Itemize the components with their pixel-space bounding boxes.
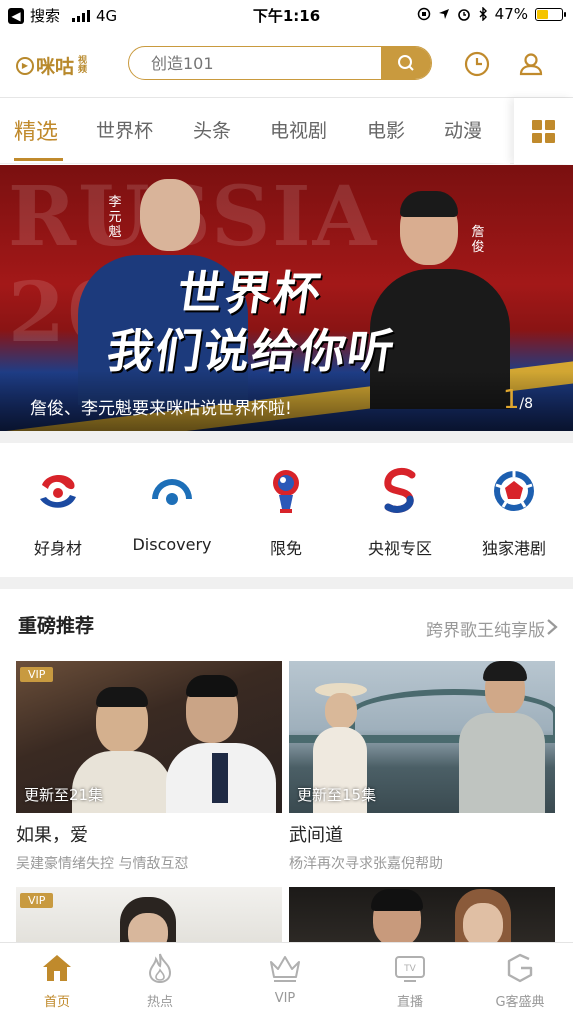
play-icon: ▶ <box>16 56 34 75</box>
channel-free[interactable]: 限免 <box>229 469 343 559</box>
search-input[interactable] <box>129 47 381 79</box>
channel-shortcuts: 好身材 Discovery 限免 央视专区 独家港剧 <box>0 443 573 577</box>
fitness-logo-icon <box>36 469 80 513</box>
migu-logo: ▶ 咪咕 视频 <box>16 52 92 79</box>
host-left-head <box>140 179 200 251</box>
vip-badge: VIP <box>20 667 54 682</box>
status-bar: ◀ 搜索 4G 下午1:16 47% <box>0 0 573 30</box>
clock-icon <box>464 51 490 77</box>
nav-label: 热点 <box>146 995 173 1010</box>
orientation-lock-icon <box>417 7 430 21</box>
bottom-navigation: 首页 热点 VIP TV 直播 G客盛典 <box>0 942 573 1018</box>
video-thumbnail[interactable]: VIP <box>16 887 282 947</box>
tab-anime[interactable]: 动漫 <box>444 116 482 143</box>
video-title[interactable]: 如果，爱 <box>16 821 282 847</box>
host-right-name: 詹俊 <box>471 225 485 255</box>
flame-icon <box>143 951 177 985</box>
chevron-right-icon[interactable] <box>545 618 559 636</box>
video-card-2[interactable]: 更新至15集 武间道 杨洋再次寻求张嘉倪帮助 <box>289 661 555 873</box>
channel-label: 央视专区 <box>367 539 432 558</box>
tab-movies[interactable]: 电影 <box>367 116 405 143</box>
channel-discovery[interactable]: Discovery <box>115 469 229 554</box>
channel-fitness[interactable]: 好身材 <box>1 469 115 559</box>
hero-banner[interactable]: RUSSIA 2018 李元魁 詹俊 世界杯 我们说给你听 詹俊、李元魁要来咪咕… <box>0 165 573 431</box>
g-logo-icon <box>503 951 537 985</box>
banner-page-total: /8 <box>519 396 533 412</box>
grid-icon <box>532 119 555 143</box>
section-gap <box>0 431 573 443</box>
nav-vip[interactable]: VIP <box>228 943 342 1018</box>
video-thumbnail[interactable]: 更新至15集 <box>289 661 555 813</box>
video-card-1[interactable]: VIP 更新至21集 如果，爱 吴建豪情绪失控 与情敌互怼 <box>16 661 282 873</box>
worldcup-trophy-icon <box>264 469 308 513</box>
cctv-logo-icon <box>378 467 422 513</box>
nav-label: VIP <box>274 991 296 1006</box>
tab-tv-series[interactable]: 电视剧 <box>270 116 327 143</box>
search-bar[interactable] <box>128 46 432 80</box>
all-channels-button[interactable] <box>514 98 573 164</box>
channel-label: 好身材 <box>33 539 82 558</box>
search-button[interactable] <box>381 47 431 79</box>
video-description: 吴建豪情绪失控 与情敌互怼 <box>16 856 189 872</box>
section-title: 重磅推荐 <box>18 615 95 637</box>
tvb-logo-icon <box>492 469 536 513</box>
alarm-icon <box>457 9 470 21</box>
host-right-hair <box>400 191 458 217</box>
location-icon <box>438 9 449 19</box>
nav-label: 直播 <box>396 995 423 1010</box>
channel-hk-drama[interactable]: 独家港剧 <box>457 469 571 559</box>
video-description: 杨洋再次寻求张嘉倪帮助 <box>289 856 443 872</box>
battery-percent: 47% <box>494 5 528 23</box>
host-left-name: 李元魁 <box>108 195 122 240</box>
active-tab-indicator <box>14 158 63 161</box>
video-thumbnail[interactable]: VIP 更新至21集 <box>16 661 282 813</box>
channel-label: 独家港剧 <box>481 539 546 558</box>
nav-gk-gala[interactable]: G客盛典 <box>463 943 573 1018</box>
app-header: ▶ 咪咕 视频 <box>0 30 573 98</box>
section-gap <box>0 577 573 589</box>
section-more-link[interactable]: 跨界歌王纯享版 <box>426 616 545 641</box>
channel-cctv[interactable]: 央视专区 <box>343 467 457 559</box>
logo-text: 咪咕 <box>36 56 75 78</box>
home-icon <box>40 951 74 985</box>
channel-label: 限免 <box>269 539 302 558</box>
nav-hot[interactable]: 热点 <box>103 943 217 1018</box>
tab-featured[interactable]: 精选 <box>14 114 58 146</box>
tv-icon: TV <box>393 951 427 985</box>
banner-headline-line1: 世界杯 <box>173 266 326 320</box>
logo-subtext: 视频 <box>78 55 88 75</box>
svg-text:TV: TV <box>403 964 416 974</box>
video-card-4[interactable] <box>289 887 555 947</box>
battery-icon <box>535 7 566 21</box>
vip-badge: VIP <box>20 893 54 908</box>
update-status: 更新至15集 <box>297 786 377 804</box>
user-icon <box>519 53 543 76</box>
discovery-logo-icon <box>150 469 194 513</box>
tab-worldcup[interactable]: 世界杯 <box>96 116 153 143</box>
history-button[interactable] <box>463 50 491 78</box>
nav-home[interactable]: 首页 <box>0 943 114 1018</box>
nav-label: G客盛典 <box>495 995 545 1010</box>
video-title[interactable]: 武间道 <box>289 821 555 847</box>
banner-page-current: 1 <box>502 385 520 415</box>
crown-icon <box>268 951 302 985</box>
user-button[interactable] <box>517 50 545 78</box>
channel-label: Discovery <box>132 535 212 554</box>
banner-pager: 1/8 <box>503 385 533 415</box>
update-status: 更新至21集 <box>24 786 104 804</box>
nav-live[interactable]: TV 直播 <box>353 943 467 1018</box>
tab-fade <box>490 98 510 164</box>
bluetooth-icon <box>479 7 487 21</box>
search-icon <box>398 55 414 71</box>
nav-label: 首页 <box>43 995 70 1010</box>
video-card-3[interactable]: VIP <box>16 887 282 947</box>
banner-caption: 詹俊、李元魁要来咪咕说世界杯啦! <box>30 399 292 419</box>
video-thumbnail[interactable] <box>289 887 555 947</box>
category-tabs: 精选 世界杯 头条 电视剧 电影 动漫 <box>0 98 573 164</box>
tab-headlines[interactable]: 头条 <box>193 116 231 143</box>
